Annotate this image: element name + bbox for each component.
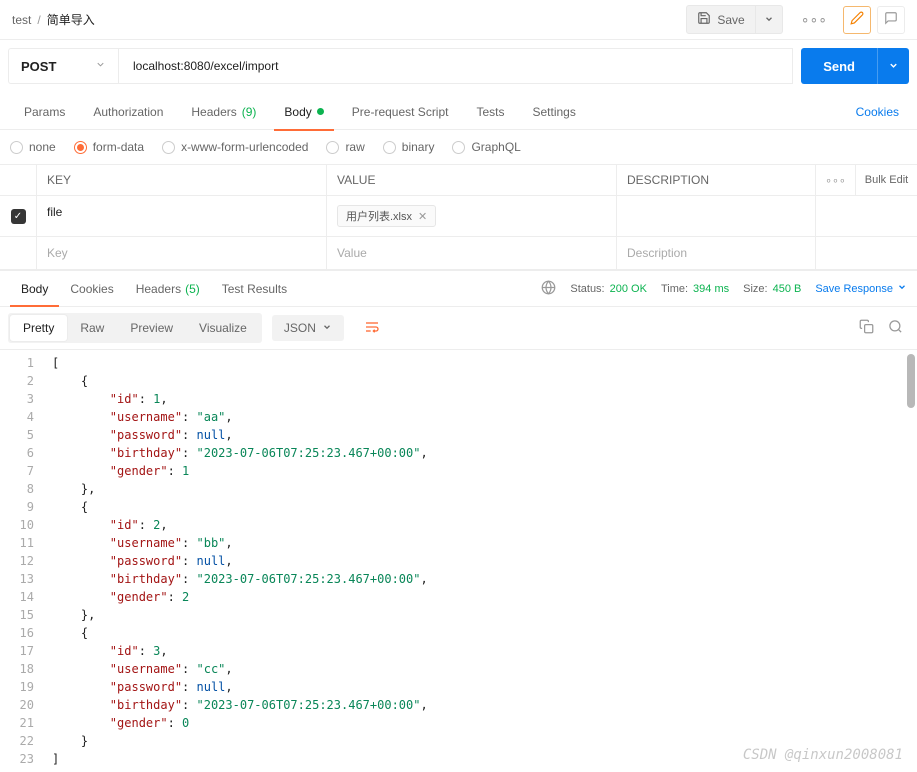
code-content: [ { "id": 1, "username": "aa", "password… bbox=[44, 350, 917, 772]
dots-icon: ∘∘∘ bbox=[801, 11, 827, 27]
key-header: KEY bbox=[36, 165, 326, 195]
search-icon bbox=[888, 323, 903, 337]
table-options-button[interactable]: ∘∘∘ bbox=[815, 165, 855, 195]
tab-headers[interactable]: Headers (9) bbox=[177, 94, 270, 130]
more-options-button[interactable]: ∘∘∘ bbox=[791, 5, 837, 34]
value-header: VALUE bbox=[326, 165, 616, 195]
description-header: DESCRIPTION bbox=[616, 165, 815, 195]
radio-icon bbox=[326, 141, 339, 154]
viewer-tab-pretty[interactable]: Pretty bbox=[10, 315, 67, 341]
network-icon[interactable] bbox=[541, 280, 556, 298]
search-button[interactable] bbox=[882, 313, 909, 343]
breadcrumb-request-name: 简单导入 bbox=[47, 11, 95, 28]
edit-button[interactable] bbox=[843, 6, 871, 34]
breadcrumb-root[interactable]: test bbox=[12, 13, 31, 27]
wrap-lines-button[interactable] bbox=[356, 315, 388, 342]
tab-prerequest[interactable]: Pre-request Script bbox=[338, 94, 463, 130]
save-button[interactable]: Save bbox=[686, 5, 755, 34]
format-select[interactable]: JSON bbox=[272, 315, 344, 341]
key-cell[interactable]: file bbox=[36, 196, 326, 236]
chevron-down-icon bbox=[322, 321, 332, 335]
table-row: ✓ file 用户列表.xlsx ✕ bbox=[0, 196, 917, 237]
tab-tests[interactable]: Tests bbox=[462, 94, 518, 130]
form-data-table: KEY VALUE DESCRIPTION ∘∘∘ Bulk Edit ✓ fi… bbox=[0, 164, 917, 270]
pencil-icon bbox=[850, 11, 864, 28]
send-button[interactable]: Send bbox=[801, 48, 877, 84]
table-row-empty: Key Value Description bbox=[0, 237, 917, 270]
viewer-tab-raw[interactable]: Raw bbox=[67, 315, 117, 341]
method-select[interactable]: POST bbox=[8, 48, 118, 84]
response-tab-test-results[interactable]: Test Results bbox=[211, 271, 298, 307]
remove-file-button[interactable]: ✕ bbox=[418, 210, 427, 223]
radio-icon bbox=[10, 141, 23, 154]
radio-none[interactable]: none bbox=[10, 140, 56, 154]
description-cell[interactable] bbox=[616, 196, 815, 236]
file-chip: 用户列表.xlsx ✕ bbox=[337, 205, 436, 227]
description-input[interactable]: Description bbox=[616, 237, 815, 269]
copy-icon bbox=[859, 323, 874, 337]
wrap-icon bbox=[364, 324, 380, 338]
key-input[interactable]: Key bbox=[36, 237, 326, 269]
chevron-down-icon bbox=[95, 59, 106, 73]
radio-icon bbox=[452, 141, 465, 154]
save-icon bbox=[697, 11, 711, 28]
chevron-down-icon bbox=[764, 12, 774, 27]
send-dropdown[interactable] bbox=[877, 48, 909, 84]
value-input[interactable]: Value bbox=[326, 237, 616, 269]
file-name: 用户列表.xlsx bbox=[346, 208, 412, 224]
line-gutter: 1234567891011121314151617181920212223 bbox=[0, 350, 44, 772]
status-badge: Status:200 OK bbox=[570, 283, 647, 295]
radio-urlencoded[interactable]: x-www-form-urlencoded bbox=[162, 140, 308, 154]
copy-button[interactable] bbox=[853, 313, 880, 343]
value-cell[interactable]: 用户列表.xlsx ✕ bbox=[326, 196, 616, 236]
save-response-button[interactable]: Save Response bbox=[815, 282, 907, 295]
response-tab-body[interactable]: Body bbox=[10, 271, 59, 307]
response-headers-count: (5) bbox=[185, 282, 200, 296]
radio-icon bbox=[74, 141, 87, 154]
breadcrumb-separator: / bbox=[37, 13, 40, 27]
radio-graphql[interactable]: GraphQL bbox=[452, 140, 520, 154]
breadcrumb: test / 简单导入 bbox=[12, 11, 95, 28]
chevron-down-icon bbox=[888, 59, 899, 74]
chevron-down-icon bbox=[897, 282, 907, 295]
bulk-edit-button[interactable]: Bulk Edit bbox=[855, 165, 917, 195]
headers-count: (9) bbox=[242, 105, 257, 119]
url-input[interactable] bbox=[118, 48, 793, 84]
radio-form-data[interactable]: form-data bbox=[74, 140, 144, 154]
cookies-link[interactable]: Cookies bbox=[848, 105, 907, 119]
viewer-tab-visualize[interactable]: Visualize bbox=[186, 315, 260, 341]
dots-icon: ∘∘∘ bbox=[825, 174, 846, 187]
comment-button[interactable] bbox=[877, 6, 905, 34]
size-badge: Size:450 B bbox=[743, 283, 801, 295]
tab-settings[interactable]: Settings bbox=[519, 94, 590, 130]
scrollbar-thumb[interactable] bbox=[907, 354, 915, 408]
radio-icon bbox=[383, 141, 396, 154]
response-tab-cookies[interactable]: Cookies bbox=[59, 271, 124, 307]
checkbox[interactable]: ✓ bbox=[11, 209, 26, 224]
tab-authorization[interactable]: Authorization bbox=[79, 94, 177, 130]
radio-icon bbox=[162, 141, 175, 154]
tab-params[interactable]: Params bbox=[10, 94, 79, 130]
radio-raw[interactable]: raw bbox=[326, 140, 364, 154]
save-dropdown[interactable] bbox=[756, 5, 783, 34]
response-body-viewer[interactable]: 1234567891011121314151617181920212223 [ … bbox=[0, 350, 917, 772]
response-tab-headers[interactable]: Headers (5) bbox=[125, 271, 211, 307]
time-badge: Time:394 ms bbox=[661, 283, 729, 295]
save-label: Save bbox=[717, 13, 744, 27]
tab-body[interactable]: Body bbox=[270, 94, 337, 130]
table-header-row: KEY VALUE DESCRIPTION ∘∘∘ Bulk Edit bbox=[0, 165, 917, 196]
radio-binary[interactable]: binary bbox=[383, 140, 435, 154]
indicator-dot-icon bbox=[317, 108, 324, 115]
comment-icon bbox=[884, 11, 898, 28]
viewer-tab-preview[interactable]: Preview bbox=[117, 315, 186, 341]
method-text: POST bbox=[21, 59, 95, 74]
